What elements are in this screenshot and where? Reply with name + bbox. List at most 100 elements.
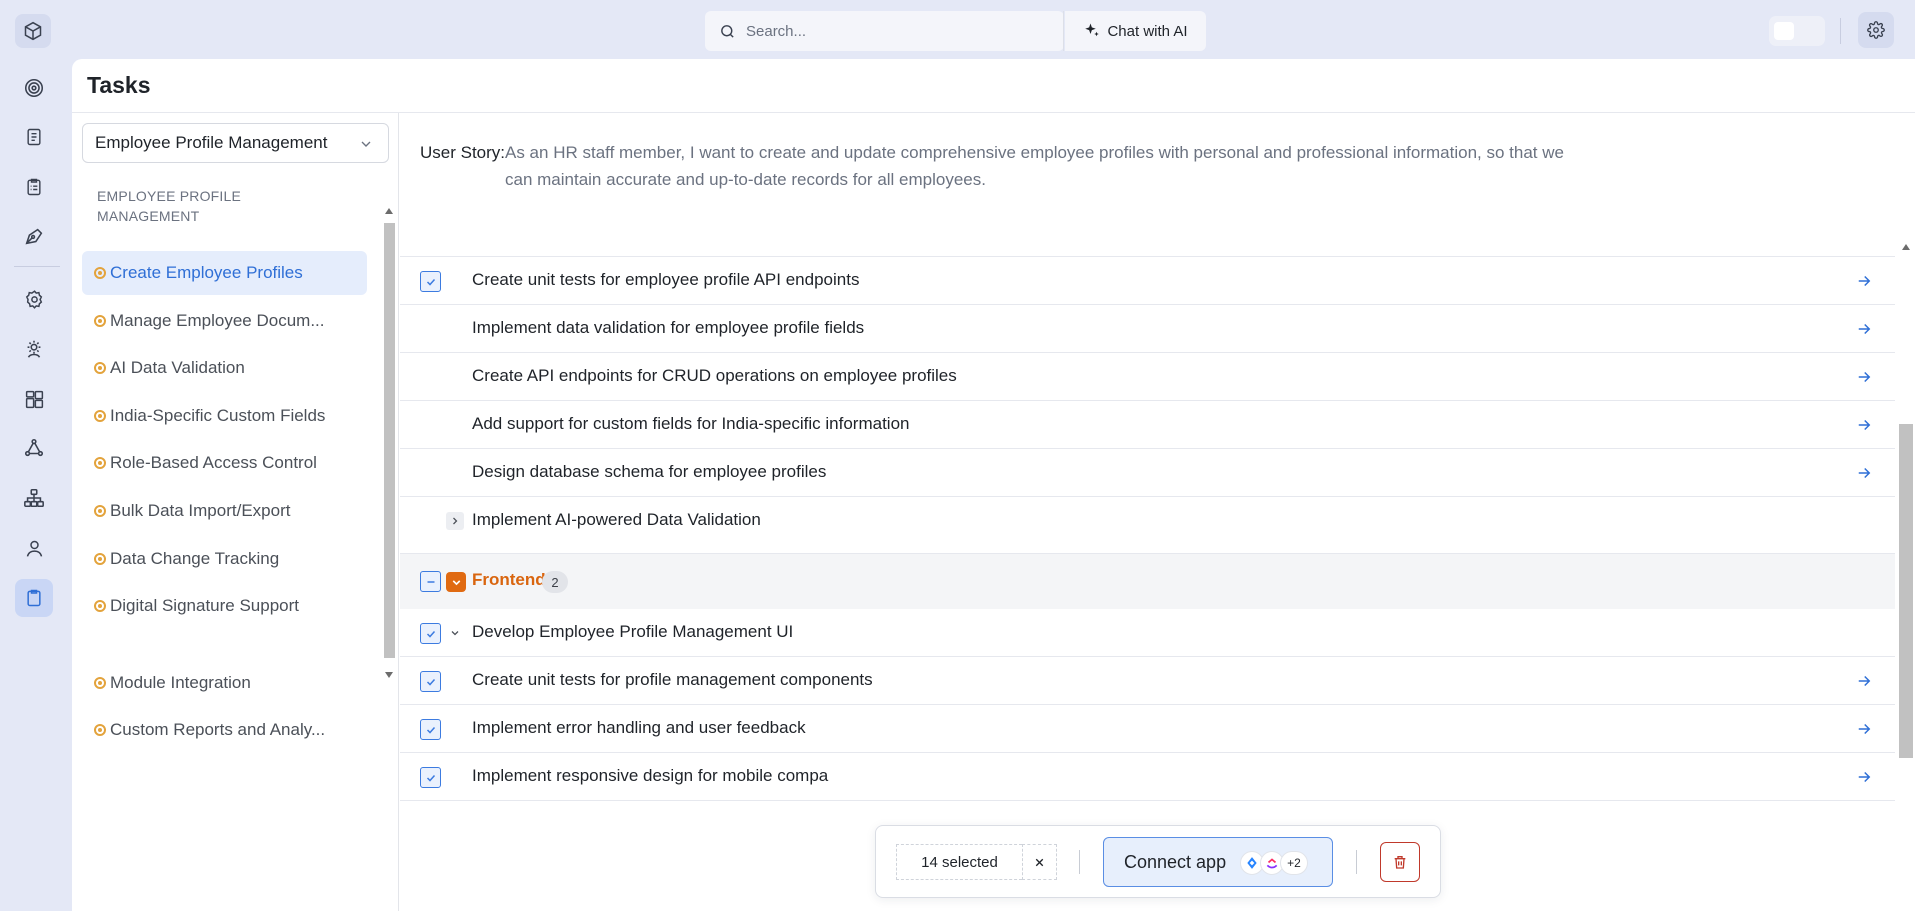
task-row[interactable]: Add support for custom fields for India-… <box>400 401 1895 449</box>
rail-ai-settings-button[interactable] <box>15 330 53 368</box>
story-sidebar: Employee Profile Management EMPLOYEE PRO… <box>72 113 399 911</box>
task-checkbox[interactable] <box>420 767 441 788</box>
rail-checklist-button[interactable] <box>15 168 53 206</box>
rail-users-button[interactable] <box>15 529 53 567</box>
scroll-up-icon[interactable] <box>1902 244 1910 250</box>
story-item-label: Create Employee Profiles <box>110 263 303 283</box>
story-item[interactable]: India-Specific Custom Fields <box>82 394 367 438</box>
story-status-icon <box>94 553 106 565</box>
epic-select[interactable]: Employee Profile Management <box>82 123 389 163</box>
task-row[interactable]: Create unit tests for employee profile A… <box>400 257 1895 305</box>
story-item-label: Bulk Data Import/Export <box>110 501 290 521</box>
story-item[interactable]: Role-Based Access Control <box>82 441 367 485</box>
scroll-down-icon[interactable] <box>385 672 393 678</box>
chevron-down-icon <box>449 627 461 639</box>
rail-documents-button[interactable] <box>15 118 53 156</box>
org-chart-icon <box>23 487 45 509</box>
task-checkbox[interactable] <box>420 671 441 692</box>
collapse-button[interactable] <box>446 624 464 642</box>
task-label: Implement responsive design for mobile c… <box>472 766 828 786</box>
task-row[interactable]: Implement error handling and user feedba… <box>400 705 1895 753</box>
task-label: Create unit tests for profile management… <box>472 670 873 690</box>
rail-tasks-button[interactable] <box>15 579 53 617</box>
gear-icon <box>1867 21 1885 39</box>
story-status-icon <box>94 267 106 279</box>
task-row[interactable]: Develop Employee Profile Management UI <box>400 609 1895 657</box>
story-scrollbar[interactable] <box>382 206 397 686</box>
story-item[interactable]: AI Data Validation <box>82 346 367 390</box>
more-apps-badge: +2 <box>1280 851 1308 875</box>
task-checkbox[interactable] <box>420 623 441 644</box>
delete-button[interactable] <box>1380 842 1420 882</box>
arrow-right-icon[interactable] <box>1855 368 1873 386</box>
task-label: Create API endpoints for CRUD operations… <box>472 366 957 386</box>
group-count-badge: 2 <box>542 571 568 593</box>
search-bar[interactable]: Search... <box>705 11 1064 51</box>
theme-toggle[interactable] <box>1769 16 1825 46</box>
page-title: Tasks <box>87 72 151 99</box>
story-item[interactable]: Create Employee Profiles <box>82 251 367 295</box>
story-item[interactable]: Manage Employee Docum... <box>82 299 367 343</box>
group-header-frontend[interactable]: Frontend 2 <box>400 553 1895 609</box>
checklist-icon <box>24 176 44 198</box>
trash-icon <box>1392 854 1408 870</box>
task-row[interactable]: Design database schema for employee prof… <box>400 449 1895 497</box>
top-bar: Search... Chat with AI <box>0 0 1915 59</box>
task-row[interactable]: Implement responsive design for mobile c… <box>400 753 1895 801</box>
user-icon <box>24 538 45 559</box>
app-logo-icon[interactable] <box>15 14 51 48</box>
rail-settings-button[interactable] <box>15 280 53 318</box>
scrollbar-thumb[interactable] <box>1899 424 1913 758</box>
rail-modules-button[interactable] <box>15 380 53 418</box>
task-row[interactable]: Create API endpoints for CRUD operations… <box>400 353 1895 401</box>
search-icon <box>719 23 736 40</box>
collapse-button[interactable] <box>446 572 466 592</box>
gear-icon <box>24 289 45 310</box>
expand-button[interactable] <box>446 512 464 530</box>
clear-selection-button[interactable] <box>1022 844 1057 880</box>
arrow-right-icon[interactable] <box>1855 416 1873 434</box>
rail-goals-button[interactable] <box>15 69 53 107</box>
task-checkbox[interactable] <box>420 719 441 740</box>
arrow-right-icon[interactable] <box>1855 768 1873 786</box>
arrow-right-icon[interactable] <box>1855 720 1873 738</box>
story-item-label: Data Change Tracking <box>110 549 279 569</box>
settings-button[interactable] <box>1858 12 1894 48</box>
task-checkbox[interactable] <box>420 271 441 292</box>
check-icon <box>425 676 437 688</box>
task-row[interactable]: Create unit tests for profile management… <box>400 657 1895 705</box>
story-status-icon <box>94 505 106 517</box>
story-item[interactable]: Data Change Tracking <box>82 537 367 581</box>
arrow-right-icon[interactable] <box>1855 320 1873 338</box>
task-label: Create unit tests for employee profile A… <box>472 270 859 290</box>
divider <box>1356 850 1357 874</box>
story-item[interactable]: Module Integration <box>82 661 367 705</box>
story-item-label: AI Data Validation <box>110 358 245 378</box>
divider <box>1840 18 1841 44</box>
group-checkbox[interactable] <box>420 571 441 592</box>
story-item[interactable]: Custom Reports and Analy... <box>82 708 367 752</box>
story-group-label: EMPLOYEE PROFILE MANAGEMENT <box>97 186 297 226</box>
search-placeholder: Search... <box>746 23 806 40</box>
search-input[interactable]: Search... <box>705 11 1064 51</box>
chat-with-ai-button[interactable]: Chat with AI <box>1065 11 1206 51</box>
close-icon <box>1033 856 1046 869</box>
rail-workflow-button[interactable] <box>15 429 53 467</box>
story-item[interactable]: Digital Signature Support <box>82 584 367 628</box>
tasks-scrollbar[interactable] <box>1895 239 1915 911</box>
story-item[interactable]: Bulk Data Import/Export <box>82 489 367 533</box>
check-icon <box>425 628 437 640</box>
story-item-label: Role-Based Access Control <box>110 453 317 473</box>
scroll-up-icon[interactable] <box>385 208 393 214</box>
task-row[interactable]: Implement AI-powered Data Validation <box>400 497 1895 553</box>
task-row[interactable]: Implement data validation for employee p… <box>400 305 1895 353</box>
arrow-right-icon[interactable] <box>1855 272 1873 290</box>
connect-app-button[interactable]: Connect app +2 <box>1103 837 1333 887</box>
scrollbar-thumb[interactable] <box>384 223 395 658</box>
rail-divider <box>14 266 60 267</box>
arrow-right-icon[interactable] <box>1855 464 1873 482</box>
rail-design-button[interactable] <box>15 217 53 255</box>
task-label: Implement error handling and user feedba… <box>472 718 806 738</box>
rail-hierarchy-button[interactable] <box>15 479 53 517</box>
arrow-right-icon[interactable] <box>1855 672 1873 690</box>
